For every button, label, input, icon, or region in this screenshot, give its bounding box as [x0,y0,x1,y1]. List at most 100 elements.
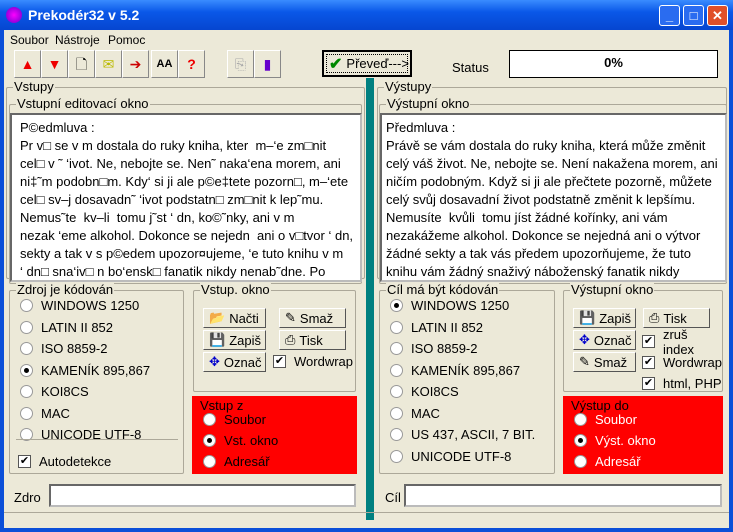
panel-divider[interactable] [366,78,374,520]
maximize-button[interactable]: □ [683,5,704,26]
wordwrap-checkbox[interactable]: ✔ Wordwrap [273,351,353,372]
output-dest-group: Výstup do Soubor Výst. okno Adresář [563,396,723,474]
source-encoding-radio[interactable]: LATIN II 852 [20,317,150,338]
menu-nastroje[interactable]: Nástroje [55,33,100,47]
source-encoding-radio[interactable]: KOI8CS [20,381,150,402]
radio-button [574,413,587,426]
floppy-icon: 💾 [209,332,226,347]
load-button[interactable]: 📂 Načti [203,308,266,328]
output-dest-radio[interactable]: Soubor [574,409,656,430]
mail-icon[interactable]: ✉ [95,50,122,78]
source-encoding-radio[interactable]: MAC [20,403,150,424]
convert-label: Převeď---> [346,56,409,71]
convert-button[interactable]: ✔ Převeď---> [322,50,412,77]
target-path-label: Cíl [385,490,401,505]
output-print-label: Tisk [663,310,687,326]
clear-label: Smaž [299,310,334,326]
eraser-icon: ✎ [579,354,590,369]
load-label: Načti [229,310,259,326]
radio-button [390,342,403,355]
source-encoding-radio[interactable]: ISO 8859-2 [20,338,150,359]
checkbox-label: html, PHP [663,376,722,391]
target-encoding-radio[interactable]: US 437, ASCII, 7 BIT. [390,424,535,445]
checkbox-label: zruš index [662,326,695,357]
output-clear-button[interactable]: ✎ Smaž [573,352,636,372]
input-source-radio[interactable]: Vst. okno [203,430,278,451]
radio-button [390,449,403,463]
source-path-input[interactable] [49,484,356,507]
clear-button[interactable]: ✎ Smaž [279,308,346,328]
save-button[interactable]: 💾 Zapiš [203,330,266,350]
wordwrap-label: Wordwrap [294,354,354,369]
target-encoding-radio[interactable]: WINDOWS 1250 [390,295,535,316]
radio-button [203,455,216,468]
checkmark-icon: ✔ [329,55,343,73]
target-encoding-radio[interactable]: KOI8CS [390,381,535,402]
radio-button [390,428,403,441]
target-encoding-radio[interactable]: KAMENÍK 895,867 [390,360,535,381]
radio-button [20,385,33,398]
output-dest-radio[interactable]: Výst. okno [574,430,656,451]
close-button[interactable]: ✕ [707,5,728,26]
radio-button [390,363,403,377]
select-icon: ✥ [579,332,590,347]
radio-button [390,299,403,312]
print-button[interactable]: ⎙ Tisk [279,330,346,350]
output-option-checkbox[interactable]: ✔ zruš index [642,327,722,357]
input-window-title: Vstup. okno [200,282,271,297]
paste-icon[interactable]: ➔ [122,50,149,78]
new-file-icon[interactable]: 🗋 [68,50,95,78]
radio-button [203,413,216,426]
output-select-label: Označ [593,332,632,348]
output-select-button[interactable]: ✥ Označ [573,330,636,350]
output-dest-radio[interactable]: Adresář [574,451,656,472]
minimize-button[interactable]: _ [659,5,680,26]
output-save-button[interactable]: 💾 Zapiš [573,308,636,328]
radio-label: Soubor [595,412,637,427]
font-case-icon[interactable]: AA [151,50,178,78]
output-option-checkbox[interactable]: ✔ Wordwrap [642,352,722,373]
output-editor[interactable]: Předmluva : Právě se vám dostala do ruky… [380,113,727,282]
radio-label: KAMENÍK 895,867 [411,362,521,378]
radio-label: Soubor [224,412,266,427]
output-option-checkbox[interactable]: ✔ html, PHP [642,373,722,394]
target-encoding-radio[interactable]: MAC [390,403,535,424]
radio-label: WINDOWS 1250 [411,298,510,313]
folder-icon: 📂 [209,310,226,325]
menu-soubor[interactable]: Soubor [10,33,49,47]
arrow-down-icon[interactable]: ▼ [41,50,68,78]
outputs-title: Výstupy [384,79,433,94]
radio-label: MAC [41,405,70,421]
target-encoding-radio[interactable]: UNICODE UTF-8 [390,446,535,467]
input-source-radio[interactable]: Soubor [203,409,278,430]
source-encoding-radio[interactable]: KAMENÍK 895,867 [20,360,150,381]
input-editor[interactable]: P©edmluva : Pr v□ se v m dostala do ruky… [10,113,362,282]
select-button[interactable]: ✥ Označ [203,352,266,372]
status-bar [4,512,729,528]
source-path-label: Zdro [14,490,41,505]
radio-label: KOI8CS [41,384,89,399]
target-encoding-radio[interactable]: LATIN II 852 [390,317,535,338]
radio-label: Výst. okno [595,433,656,448]
radio-label: KAMENÍK 895,867 [41,362,151,378]
output-print-button[interactable]: ⎙ Tisk [643,308,710,328]
exit-icon[interactable]: ▮ [254,50,281,78]
source-encoding-radio[interactable]: UNICODE UTF-8 [20,424,150,445]
output-save-label: Zapiš [599,310,631,326]
eraser-icon: ✎ [285,310,296,325]
target-path-input[interactable] [404,484,722,507]
help-icon[interactable]: ? [178,50,205,78]
inputs-title: Vstupy [13,79,55,94]
arrow-up-icon[interactable]: ▲ [14,50,41,78]
radio-button [390,406,403,420]
radio-button [20,342,33,355]
target-encoding-radio[interactable]: ISO 8859-2 [390,338,535,359]
select-label: Označ [223,354,262,370]
checkbox-label: Wordwrap [663,355,723,370]
source-encoding-radio[interactable]: WINDOWS 1250 [20,295,150,316]
radio-button [20,320,33,334]
input-source-radio[interactable]: Adresář [203,451,278,472]
autodetect-checkbox[interactable]: ✔ Autodetekce [18,451,111,472]
radio-label: Adresář [224,454,270,469]
menu-pomoc[interactable]: Pomoc [108,33,145,47]
